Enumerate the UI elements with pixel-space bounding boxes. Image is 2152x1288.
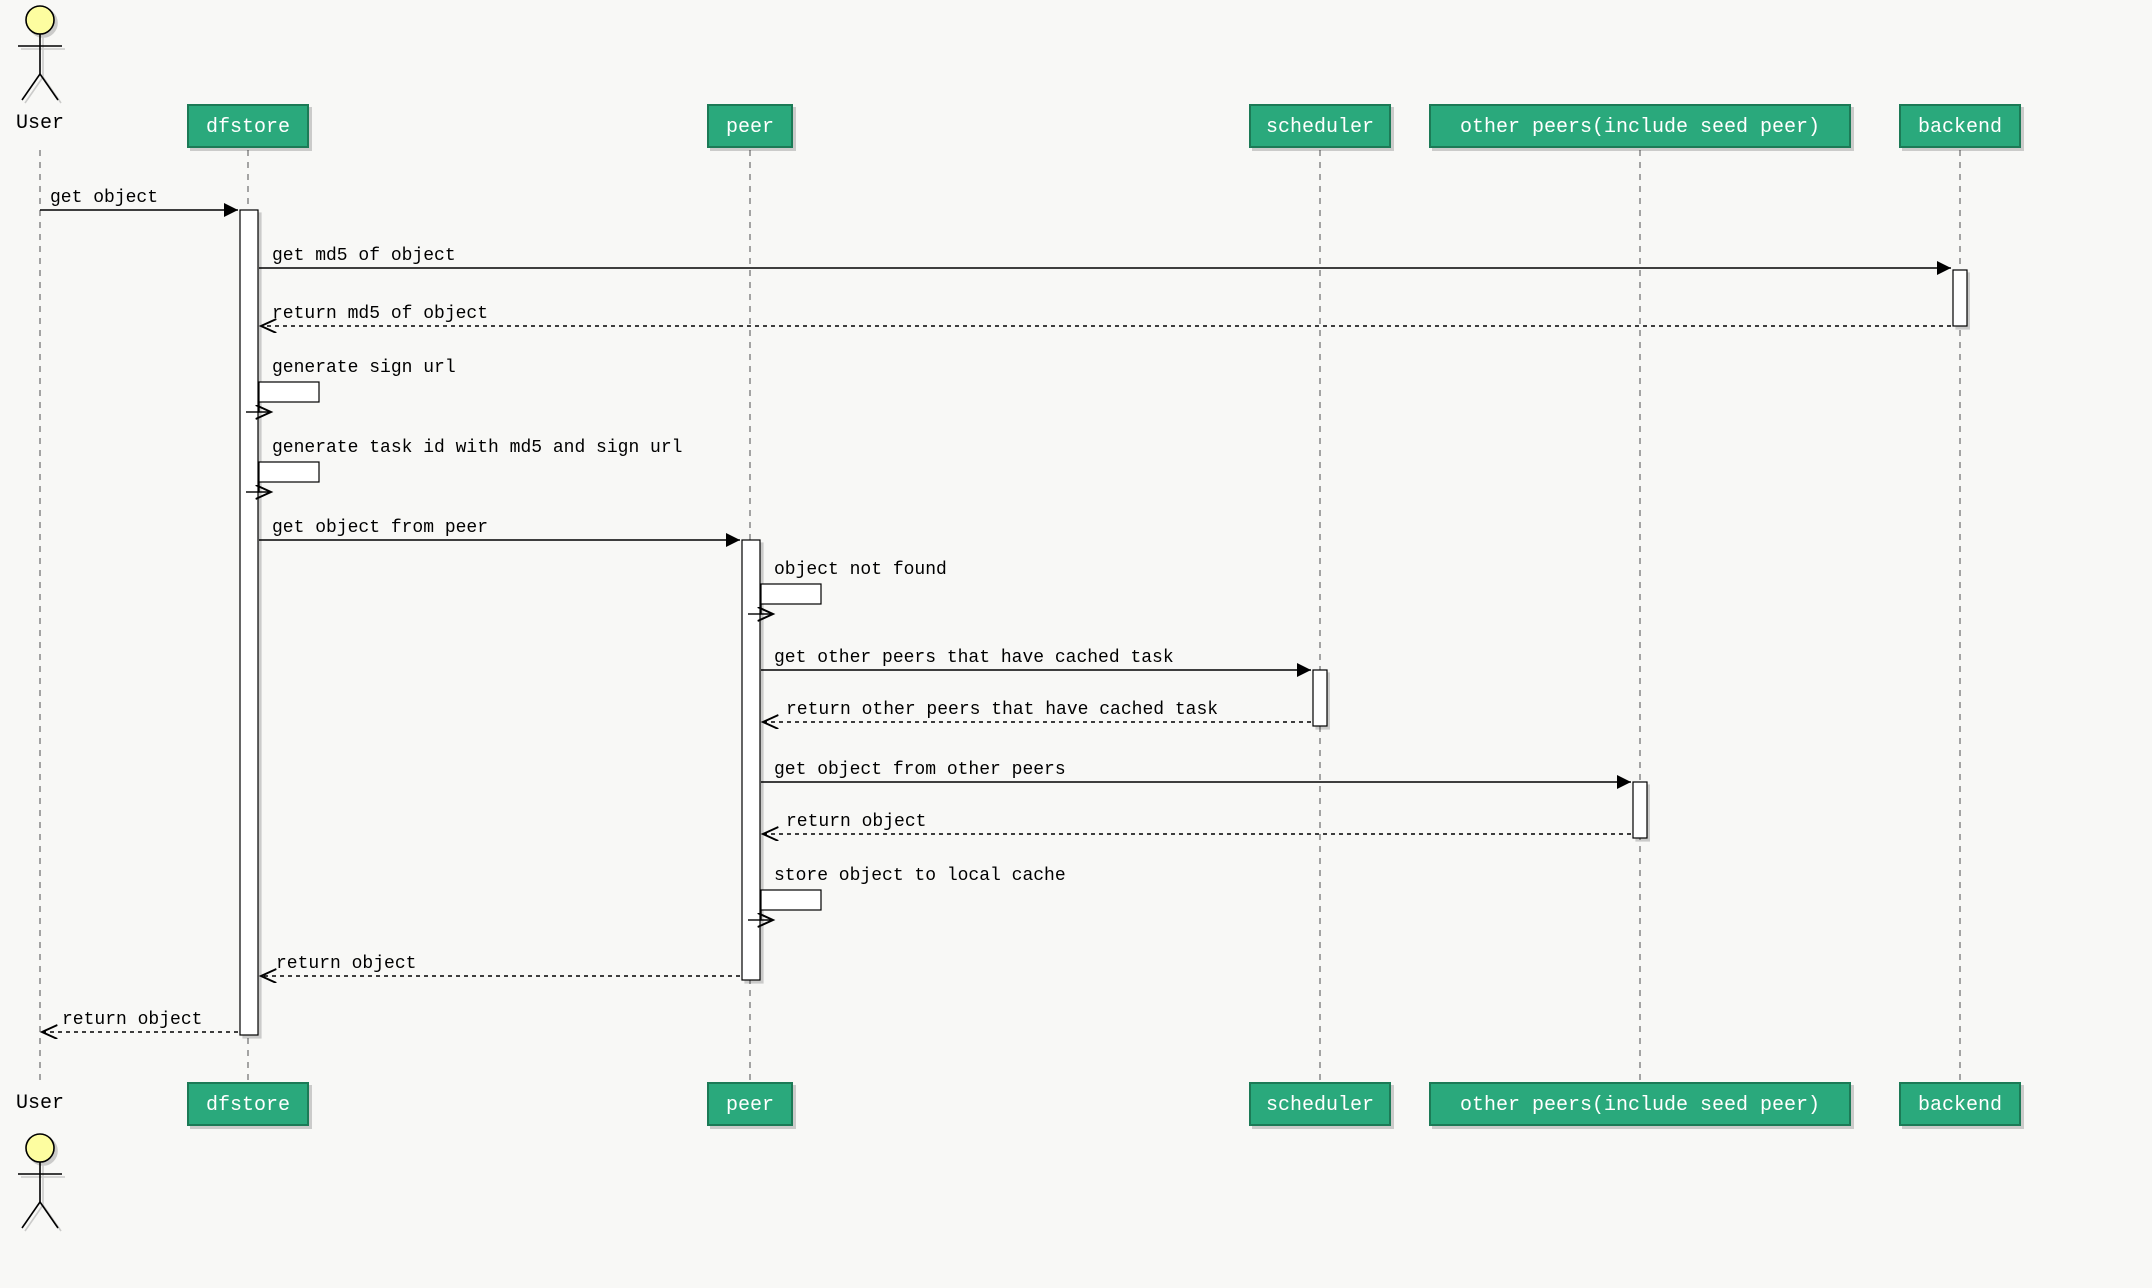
- self-stub-object-not-found: [761, 584, 821, 604]
- message-return-object-to-dfstore-label: return object: [276, 954, 416, 974]
- participant-backend-top: backend: [1900, 105, 2020, 147]
- message-generate-task-id-label: generate task id with md5 and sign url: [272, 438, 682, 458]
- activation-dfstore: [240, 210, 258, 1035]
- actor-user-label-top: User: [16, 112, 64, 135]
- message-get-md5-label: get md5 of object: [272, 246, 456, 266]
- activation-backend: [1953, 270, 1967, 326]
- activation-scheduler: [1313, 670, 1327, 726]
- message-get-object-from-peer-label: get object from peer: [272, 518, 488, 538]
- message-get-other-peers-label: get other peers that have cached task: [774, 648, 1174, 668]
- message-return-object-from-other-peers-label: return object: [786, 812, 926, 832]
- svg-text:other peers(include seed peer): other peers(include seed peer): [1460, 116, 1820, 139]
- self-stub-generate-task-id: [259, 462, 319, 482]
- svg-text:dfstore: dfstore: [206, 116, 290, 139]
- message-return-object-to-user-label: return object: [62, 1010, 202, 1030]
- svg-text:backend: backend: [1918, 116, 2002, 139]
- self-stub-store-object: [761, 890, 821, 910]
- message-return-other-peers-label: return other peers that have cached task: [786, 700, 1218, 720]
- message-store-object-label: store object to local cache: [774, 866, 1066, 886]
- message-generate-sign-url-label: generate sign url: [272, 358, 456, 378]
- participant-peer-bottom: peer: [708, 1083, 792, 1125]
- participant-peer-top: peer: [708, 105, 792, 147]
- svg-text:backend: backend: [1918, 1094, 2002, 1117]
- svg-text:scheduler: scheduler: [1266, 116, 1374, 139]
- participant-scheduler-bottom: scheduler: [1250, 1083, 1390, 1125]
- activation-otherpeers: [1633, 782, 1647, 838]
- participant-dfstore-top: dfstore: [188, 105, 308, 147]
- message-return-md5-label: return md5 of object: [272, 304, 488, 324]
- activation-peer: [742, 540, 760, 980]
- message-get-object-label: get object: [50, 188, 158, 208]
- message-object-not-found-label: object not found: [774, 560, 947, 580]
- svg-text:other peers(include seed peer): other peers(include seed peer): [1460, 1094, 1820, 1117]
- participant-backend-bottom: backend: [1900, 1083, 2020, 1125]
- participant-otherpeers-bottom: other peers(include seed peer): [1430, 1083, 1850, 1125]
- participant-dfstore-bottom: dfstore: [188, 1083, 308, 1125]
- self-stub-generate-sign-url: [259, 382, 319, 402]
- sequence-diagram: User dfstore peer scheduler other peers(…: [0, 0, 2152, 1288]
- svg-text:dfstore: dfstore: [206, 1094, 290, 1117]
- message-get-object-from-other-peers-label: get object from other peers: [774, 760, 1066, 780]
- participant-scheduler-top: scheduler: [1250, 105, 1390, 147]
- actor-user-label-bottom: User: [16, 1092, 64, 1115]
- svg-text:peer: peer: [726, 1094, 774, 1117]
- svg-text:peer: peer: [726, 116, 774, 139]
- svg-text:scheduler: scheduler: [1266, 1094, 1374, 1117]
- participant-otherpeers-top: other peers(include seed peer): [1430, 105, 1850, 147]
